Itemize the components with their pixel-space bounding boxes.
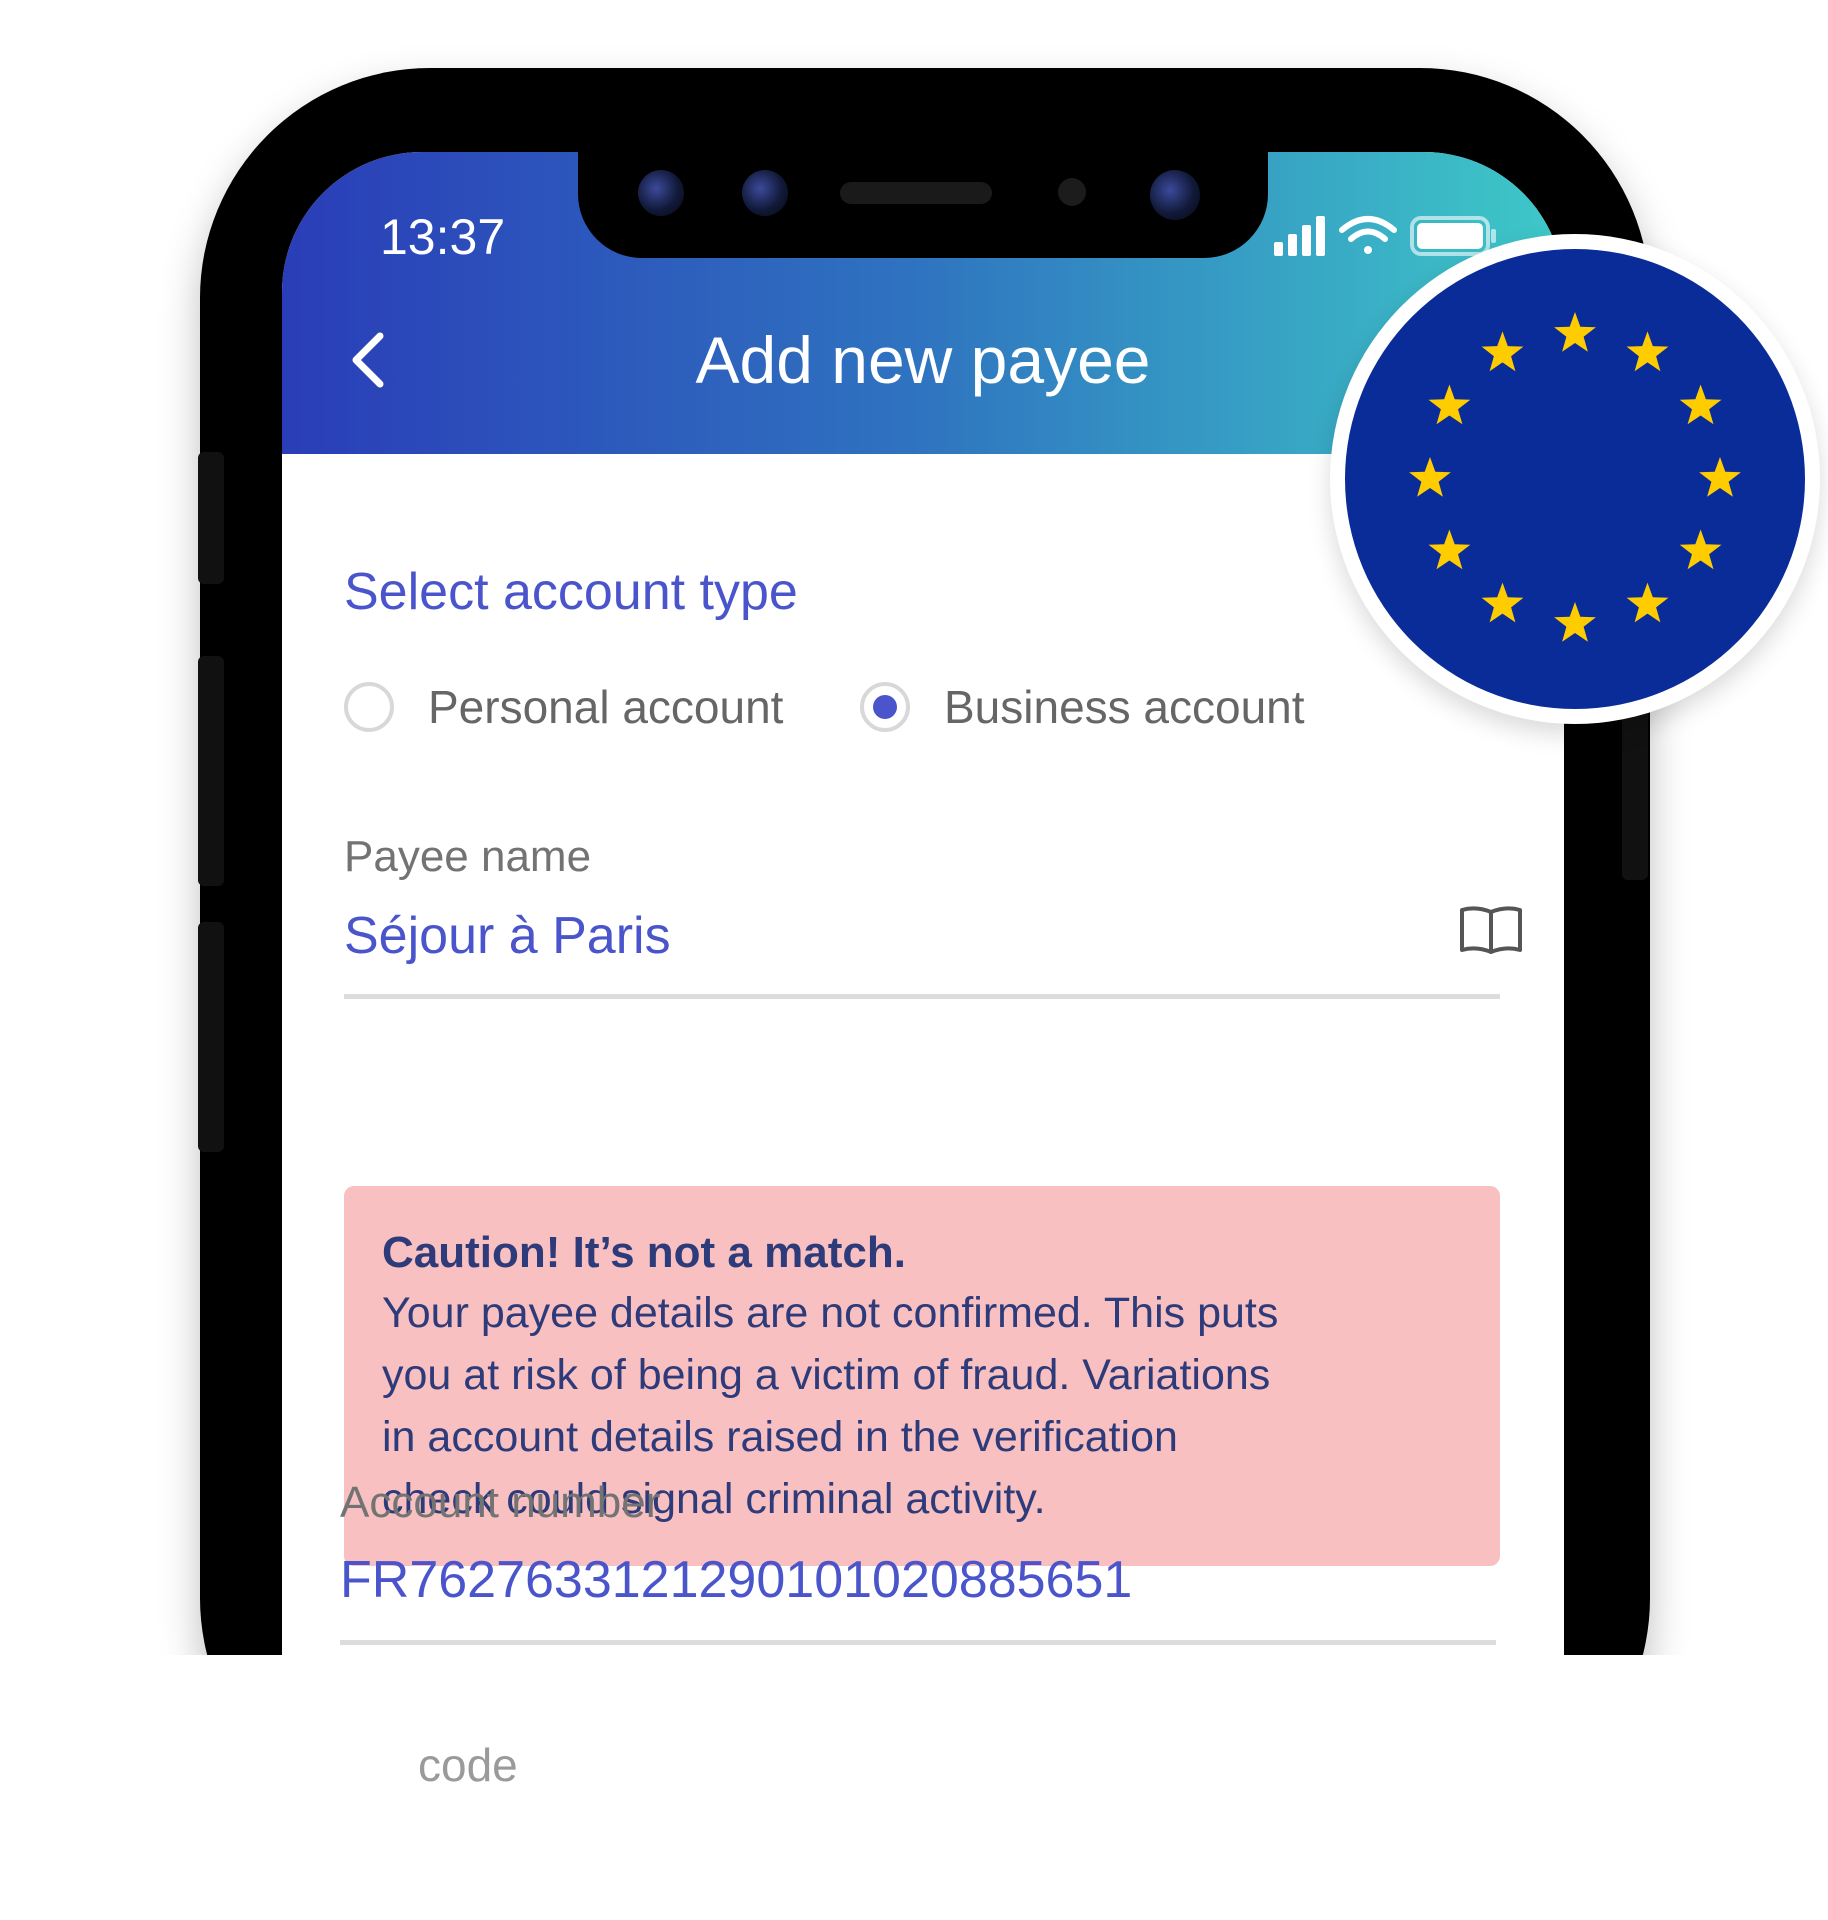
side-button-volume-down: [198, 922, 224, 1152]
eu-star: [1554, 312, 1596, 352]
status-icons: [1274, 216, 1496, 256]
eu-star: [1554, 602, 1596, 642]
alert-body-line: in account details raised in the verific…: [382, 1413, 1178, 1461]
radio-button-business[interactable]: [860, 682, 910, 732]
signal-icon: [1274, 216, 1325, 256]
eu-star: [1679, 384, 1722, 425]
wifi-icon: [1339, 216, 1397, 254]
eu-star: [1626, 582, 1669, 623]
phone-lower-edge: [200, 1560, 1650, 1655]
radio-label-personal: Personal account: [428, 681, 784, 733]
side-button-volume-up: [198, 656, 224, 886]
camera-notch: [578, 152, 1268, 258]
alert-body-line: you at risk of being a victim of fraud. …: [382, 1351, 1271, 1399]
eu-star: [1481, 331, 1524, 372]
payee-name-input[interactable]: Séjour à Paris: [344, 906, 671, 966]
eu-star: [1428, 384, 1471, 425]
payee-name-underline: [344, 994, 1500, 999]
payee-name-label: Payee name: [344, 832, 592, 881]
battery-icon: [1410, 216, 1496, 256]
eu-flag-icon: [1409, 312, 1741, 642]
radio-personal-account[interactable]: Personal account: [344, 672, 783, 742]
eu-star: [1428, 529, 1471, 570]
eu-star: [1626, 331, 1669, 372]
earpiece-speaker: [840, 182, 992, 204]
proximity-sensor: [1058, 178, 1086, 206]
side-button-power: [1622, 700, 1648, 880]
front-camera: [1150, 170, 1200, 220]
status-time: 13:37: [380, 209, 506, 265]
camera-lens: [638, 170, 684, 216]
eu-star: [1699, 457, 1741, 497]
side-button-mute: [198, 452, 224, 584]
radio-label-business: Business account: [944, 681, 1305, 733]
account-number-label: Account number: [340, 1478, 661, 1527]
eu-star: [1409, 457, 1451, 497]
radio-business-account[interactable]: Business account: [860, 672, 1305, 742]
eu-flag-badge: [1330, 234, 1820, 724]
alert-title: Caution! It’s not a match.: [382, 1228, 906, 1277]
account-type-heading: Select account type: [344, 563, 798, 621]
camera-lens: [742, 170, 788, 216]
partial-field-label: code: [418, 1739, 518, 1791]
bottom-cutoff: [0, 1655, 1828, 1920]
eu-star: [1481, 582, 1524, 623]
alert-body-line: Your payee details are not confirmed. Th…: [382, 1289, 1279, 1337]
radio-button-personal[interactable]: [344, 682, 394, 732]
book-icon[interactable]: [1458, 904, 1524, 956]
eu-star: [1679, 529, 1722, 570]
